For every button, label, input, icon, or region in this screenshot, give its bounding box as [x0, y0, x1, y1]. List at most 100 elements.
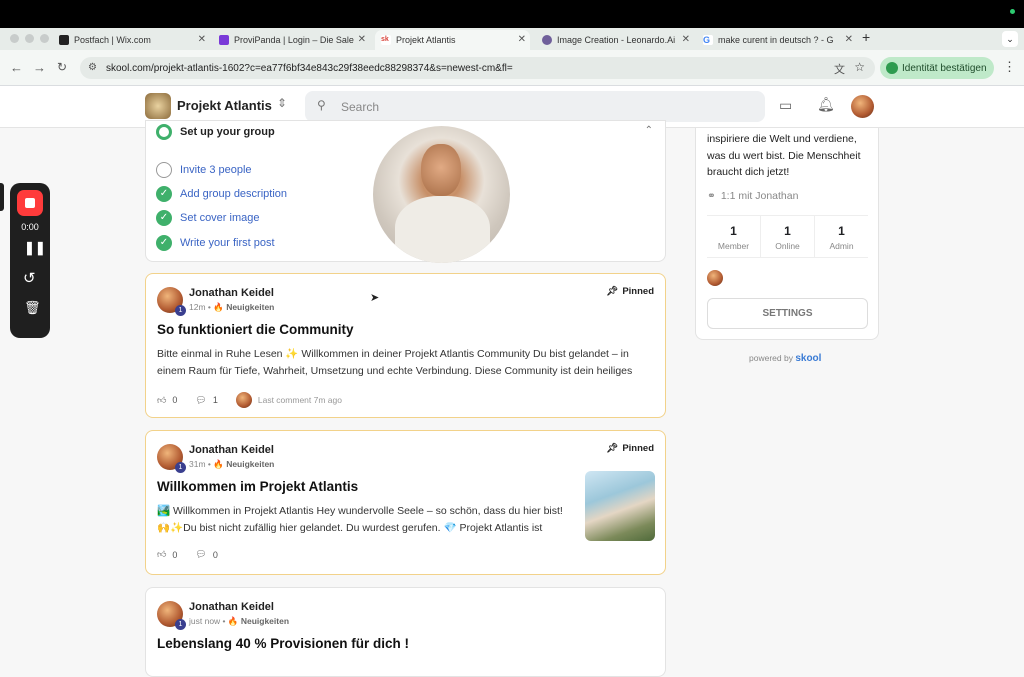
author-avatar[interactable]: 1: [157, 601, 186, 630]
record-time: 0:00: [21, 222, 39, 232]
chat-icon[interactable]: ▭: [779, 97, 792, 114]
back-icon[interactable]: ←: [10, 60, 23, 75]
translate-icon[interactable]: 文: [834, 61, 845, 77]
user-avatar[interactable]: [851, 95, 874, 118]
pinned-badge: 📌︎ Pinned: [606, 443, 654, 454]
forward-icon[interactable]: →: [33, 60, 46, 75]
unchecked-circle-icon: [156, 162, 172, 178]
tab-wix[interactable]: Postfach | Wix.com ✕: [55, 30, 210, 50]
post-category[interactable]: 🔥 Neuigkeiten: [213, 302, 274, 312]
tab-google[interactable]: Gmake curent in deutsch ? - G ✕: [699, 30, 857, 50]
post-time: 31m: [189, 459, 206, 469]
search-placeholder: Search: [341, 99, 380, 114]
setup-item-first-post[interactable]: ✓ Write your first post: [156, 235, 275, 251]
author-avatar[interactable]: 1: [157, 287, 186, 316]
pause-icon[interactable]: ❚❚: [24, 240, 46, 256]
stop-record-button[interactable]: [17, 190, 43, 216]
last-comment: Last comment 7m ago: [257, 395, 342, 405]
stat-online[interactable]: 1 Online: [761, 216, 815, 257]
notification-bell-icon[interactable]: 🔔︎: [817, 96, 835, 113]
group-link[interactable]: ⚭ 1:1 mit Jonathan: [707, 190, 798, 202]
setup-title: Set up your group: [180, 126, 275, 138]
post-thumbnail[interactable]: [585, 471, 655, 541]
setup-item-label: Set cover image: [180, 212, 260, 224]
star-icon[interactable]: ☆: [854, 60, 865, 74]
group-switcher-icon[interactable]: ⇕: [277, 96, 287, 110]
pin-icon: 📌︎: [606, 443, 619, 454]
setup-item-description[interactable]: ✓ Add group description: [156, 186, 287, 202]
stat-members[interactable]: 1 Member: [707, 216, 761, 257]
url-text: skool.com/projekt-atlantis-1602?c=ea77f6…: [106, 62, 513, 74]
window-controls: [10, 34, 49, 43]
tab-leonardo[interactable]: Image Creation - Leonardo.Ai ✕: [536, 30, 694, 50]
setup-item-label: Write your first post: [180, 237, 275, 249]
tab-projekt-atlantis[interactable]: sk Projekt Atlantis ✕: [375, 30, 530, 50]
close-icon[interactable]: ✕: [682, 34, 690, 45]
pin-icon: 📌︎: [606, 286, 619, 297]
group-stats: 1 Member 1 Online 1 Admin: [707, 215, 868, 258]
search-icon: ⚲: [317, 98, 326, 112]
check-circle-icon: ✓: [156, 235, 172, 251]
author-name[interactable]: Jonathan Keidel: [189, 601, 274, 613]
top-black-bar: [0, 0, 1024, 28]
site-info-icon[interactable]: ⚙: [88, 62, 97, 73]
like-count: 0: [172, 549, 178, 560]
collapse-chevron-icon[interactable]: ⌃: [645, 125, 653, 136]
comment-icon[interactable]: 💬︎: [195, 549, 206, 560]
tab-label: Image Creation - Leonardo.Ai: [557, 35, 676, 45]
setup-item-cover[interactable]: ✓ Set cover image: [156, 210, 259, 226]
close-icon[interactable]: ✕: [518, 34, 526, 45]
close-icon[interactable]: ✕: [358, 34, 366, 45]
setup-item-invite[interactable]: Invite 3 people: [156, 162, 252, 178]
post-card[interactable]: 1 Jonathan Keidel 12m • 🔥 Neuigkeiten 📌︎…: [145, 273, 666, 418]
status-dot: [1010, 9, 1015, 14]
post-title[interactable]: So funktioniert die Community: [157, 322, 354, 337]
like-icon[interactable]: 👍︎: [157, 395, 166, 406]
webcam-bubble[interactable]: [373, 126, 510, 263]
recorder-handle[interactable]: [0, 183, 4, 211]
group-name[interactable]: Projekt Atlantis: [177, 98, 272, 113]
author-name[interactable]: Jonathan Keidel: [189, 287, 274, 299]
wix-icon: [59, 35, 69, 45]
author-name[interactable]: Jonathan Keidel: [189, 444, 274, 456]
trash-icon[interactable]: 🗑︎: [24, 300, 41, 316]
powered-by[interactable]: powered by skool: [749, 353, 821, 364]
like-icon[interactable]: 👍︎: [157, 549, 166, 560]
stat-value: 1: [838, 224, 845, 238]
link-icon: ⚭: [707, 190, 716, 202]
post-category[interactable]: 🔥 Neuigkeiten: [213, 459, 274, 469]
author-avatar[interactable]: 1: [157, 444, 186, 473]
post-title[interactable]: Willkommen im Projekt Atlantis: [157, 479, 358, 494]
search-input[interactable]: ⚲ Search: [305, 91, 765, 122]
comment-icon[interactable]: 💬︎: [195, 395, 206, 406]
post-meta: just now • 🔥 Neuigkeiten: [189, 616, 290, 626]
close-icon[interactable]: ✕: [198, 34, 206, 45]
post-card[interactable]: 1 Jonathan Keidel 31m • 🔥 Neuigkeiten 📌︎…: [145, 430, 666, 575]
member-avatar[interactable]: [707, 270, 723, 286]
tab-provipanda[interactable]: ProviPanda | Login – Die Sale ✕: [215, 30, 370, 50]
tab-strip: Postfach | Wix.com ✕ ProviPanda | Login –…: [0, 28, 1024, 50]
commenter-avatar[interactable]: [235, 392, 252, 408]
setup-item-label: Add group description: [180, 188, 288, 200]
stat-label: Member: [717, 241, 750, 251]
setup-title-row: Set up your group: [156, 124, 275, 140]
url-field[interactable]: ⚙ skool.com/projekt-atlantis-1602?c=ea77…: [80, 57, 875, 79]
reload-icon[interactable]: ↻: [57, 60, 67, 74]
skool-logo: skool: [795, 353, 822, 364]
stat-admins[interactable]: 1 Admin: [815, 216, 868, 257]
group-logo[interactable]: [145, 93, 171, 119]
stat-value: 1: [784, 224, 791, 238]
tab-search-chevron-icon[interactable]: ⌄: [1002, 31, 1018, 47]
verify-identity-button[interactable]: Identität bestätigen: [880, 57, 994, 79]
leonardo-icon: [542, 35, 552, 45]
provipanda-icon: [219, 35, 229, 45]
settings-button[interactable]: SETTINGS: [707, 298, 868, 329]
new-tab-button[interactable]: +: [862, 29, 870, 45]
pinned-label: Pinned: [622, 286, 654, 297]
post-title[interactable]: Lebenslang 40 % Provisionen für dich !: [157, 636, 409, 651]
close-icon[interactable]: ✕: [845, 34, 853, 45]
post-category[interactable]: 🔥 Neuigkeiten: [228, 616, 289, 626]
powered-by-label: powered by: [749, 353, 793, 363]
restart-icon[interactable]: ↺: [23, 269, 36, 287]
menu-dots-icon[interactable]: ⋮: [1003, 59, 1016, 75]
